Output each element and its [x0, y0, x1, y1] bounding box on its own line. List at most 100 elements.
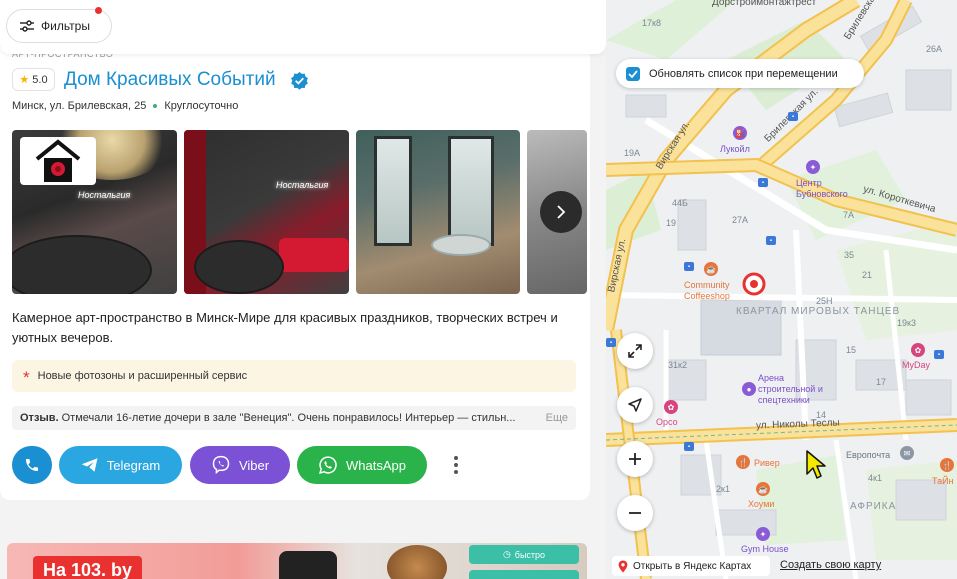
clock-icon: ◷	[502, 549, 511, 559]
minus-icon	[629, 512, 641, 514]
poi-gym-house[interactable]: Gym House	[741, 544, 789, 555]
gas-station-icon[interactable]: ⛽	[733, 126, 747, 140]
venue-photo-3[interactable]	[356, 130, 520, 294]
house-number: 31к2	[668, 360, 687, 370]
sliders-icon	[20, 20, 34, 32]
filters-label: Фильтры	[41, 19, 90, 33]
whatsapp-label: WhatsApp	[346, 457, 406, 473]
plus-icon	[629, 453, 641, 465]
rating-badge: ★ 5.0	[12, 68, 55, 91]
viber-button[interactable]: Viber	[190, 446, 290, 484]
poi-river[interactable]: Ривер	[754, 458, 780, 469]
poi-kvartal-tancev[interactable]: КВАРТАЛ МИРОВЫХ ТАНЦЕВ	[736, 305, 900, 318]
my-location-button[interactable]	[617, 387, 653, 423]
venue-hours: Круглосуточно	[164, 100, 239, 112]
location-arrow-icon	[628, 398, 642, 412]
create-own-map-link[interactable]: Создать свою карту	[780, 559, 881, 571]
house-number: 19	[666, 218, 677, 228]
filter-bar: Фильтры	[0, 0, 606, 54]
expand-icon	[628, 344, 642, 358]
map-pin-icon	[618, 560, 628, 572]
bus-stop-icon: ▪	[934, 350, 944, 359]
venue-description: Камерное арт-пространство в Минск-Мире д…	[12, 310, 558, 345]
promo-banner: * Новые фотозоны и расширенный сервис	[12, 360, 576, 392]
bus-stop-icon: ▪	[684, 442, 694, 451]
ad-food-image	[387, 545, 447, 579]
mail-icon[interactable]: ✉	[900, 446, 914, 460]
ad-phone-image	[279, 551, 337, 579]
poi-evropochta[interactable]: Европочта	[846, 450, 890, 461]
open-in-yandex-maps-button[interactable]: Открыть в Яндекс Картах	[612, 556, 770, 576]
open-status-dot	[153, 104, 158, 108]
more-options-button[interactable]	[448, 452, 464, 478]
venue-address: Минск, ул. Брилевская, 25	[12, 100, 147, 112]
house-number: 19А	[624, 148, 641, 158]
venue-logo	[20, 137, 96, 185]
review-snippet[interactable]: Отзыв. Отмечали 16-летие дочери в зале "…	[12, 406, 576, 430]
cafe-icon[interactable]: ☕	[704, 262, 718, 276]
viber-label: Viber	[238, 457, 270, 473]
shop-icon[interactable]: ●	[742, 382, 756, 396]
house-number: 4к1	[868, 473, 882, 483]
poi-afrika[interactable]: АФРИКА	[850, 500, 896, 513]
venue-card[interactable]: АРТ-ПРОСТРАНСТВО ★ 5.0 Дом Красивых Собы…	[0, 40, 590, 500]
review-more-link[interactable]: Еще	[539, 412, 568, 424]
ad-feature-label: быстро	[514, 549, 546, 560]
telegram-button[interactable]: Telegram	[59, 446, 182, 484]
poi-orso[interactable]: Орсо	[656, 417, 678, 428]
zoom-out-button[interactable]	[617, 495, 653, 531]
ad-banner[interactable]: На 103. by ◷ быстро	[7, 543, 587, 579]
house-number: 2к1	[716, 484, 730, 494]
open-in-yandex-maps-label: Открыть в Яндекс Картах	[633, 560, 752, 572]
poi-houmi[interactable]: Хоуми	[748, 499, 774, 510]
venue-photo-2[interactable]: Ностальгия	[184, 130, 349, 294]
review-label: Отзыв.	[20, 412, 59, 424]
call-button[interactable]	[12, 446, 52, 484]
chevron-right-icon	[557, 205, 566, 219]
update-on-move-toggle[interactable]: Обновлять список при перемещении	[616, 59, 864, 88]
poi-bubnovsky[interactable]: Центр Бубновского	[796, 178, 856, 200]
bus-stop-icon: ▪	[788, 112, 798, 121]
telegram-icon	[81, 458, 98, 472]
venue-address-line: Минск, ул. Брилевская, 25 Круглосуточно	[12, 100, 238, 112]
fullscreen-button[interactable]	[617, 333, 653, 369]
restaurant-icon[interactable]: 🍴	[940, 458, 954, 472]
bus-stop-icon: ▪	[758, 178, 768, 187]
telegram-label: Telegram	[106, 457, 161, 473]
whatsapp-button[interactable]: WhatsApp	[297, 446, 427, 484]
viber-icon	[212, 455, 230, 475]
update-on-move-checkbox[interactable]	[626, 66, 640, 81]
review-text: Отмечали 16-летие дочери в зале "Венеция…	[61, 412, 516, 424]
house-number: 19к3	[897, 318, 916, 328]
results-panel: Фильтры АРТ-ПРОСТРАНСТВО ★ 5.0 Дом Краси…	[0, 0, 606, 579]
poi-myday[interactable]: MyDay	[902, 360, 930, 371]
phone-icon	[26, 459, 38, 471]
beauty-icon[interactable]: ✿	[664, 400, 678, 414]
ad-feature-pill: ◷ быстро	[469, 545, 579, 564]
checkmark-icon	[628, 69, 638, 78]
poi-arena[interactable]: Арена строительной и спецтехники	[758, 373, 833, 406]
house-logo-icon	[35, 139, 81, 182]
venue-title[interactable]: Дом Красивых Событий	[64, 69, 276, 91]
restaurant-icon[interactable]: 🍴	[736, 455, 750, 469]
house-number: 44Б	[672, 198, 688, 208]
zoom-in-button[interactable]	[617, 441, 653, 477]
poi-lukoil[interactable]: Лукойл	[720, 144, 750, 155]
ad-feature-pill-2	[469, 570, 579, 579]
poi-taina[interactable]: ТаЙн	[932, 476, 954, 487]
house-number: 26А	[926, 44, 943, 54]
gallery-next-button[interactable]	[540, 191, 582, 233]
verified-icon	[291, 71, 308, 90]
beauty-icon[interactable]: ✿	[911, 343, 925, 357]
fitness-icon[interactable]: ✦	[756, 527, 770, 541]
filters-button[interactable]: Фильтры	[6, 9, 112, 43]
star-icon: ★	[19, 74, 30, 86]
bus-stop-icon: ▪	[606, 338, 616, 347]
fitness-icon[interactable]: ✦	[806, 160, 820, 174]
update-on-move-label: Обновлять список при перемещении	[649, 67, 838, 80]
cafe-icon[interactable]: ☕	[756, 482, 770, 496]
selected-venue-marker-icon[interactable]	[742, 272, 766, 296]
mouse-cursor-icon	[806, 450, 826, 479]
house-number: 35	[844, 250, 855, 260]
house-number: 7А	[843, 210, 855, 220]
